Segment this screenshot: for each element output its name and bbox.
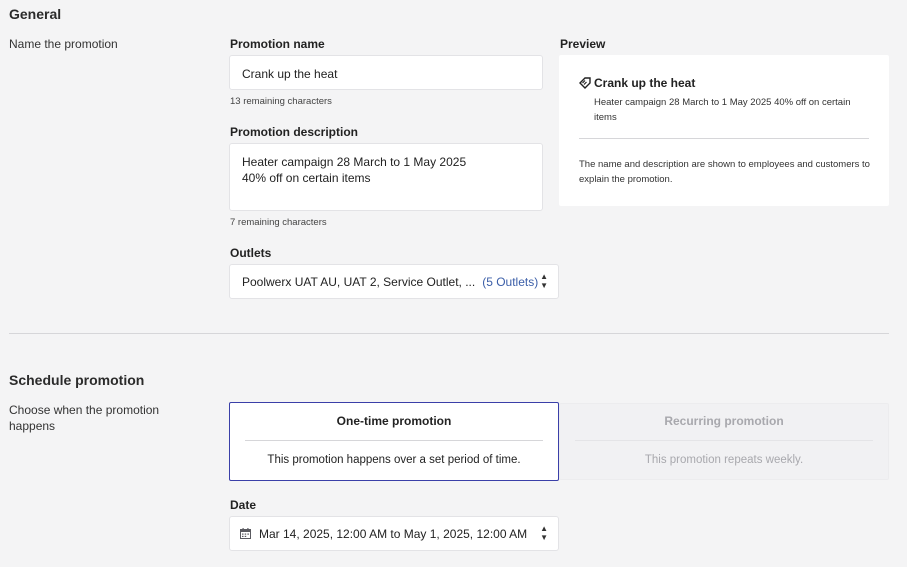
preview-divider xyxy=(579,138,869,139)
date-stepper-icon: ▲ ▼ xyxy=(540,524,548,542)
section-divider xyxy=(9,333,889,334)
preview-description: Heater campaign 28 March to 1 May 2025 4… xyxy=(594,97,851,123)
outlets-select[interactable]: Poolwerx UAT AU, UAT 2, Service Outlet, … xyxy=(229,264,559,299)
general-section-title: General xyxy=(9,6,62,22)
general-side-label: Name the promotion xyxy=(9,37,118,51)
promotion-description-line2: 40% off on certain items xyxy=(242,171,371,185)
recurring-promotion-option[interactable]: Recurring promotion This promotion repea… xyxy=(559,403,889,480)
calendar-icon xyxy=(240,528,251,539)
promotion-name-input[interactable]: Crank up the heat xyxy=(229,55,543,90)
one-time-promotion-desc: This promotion happens over a set period… xyxy=(267,454,521,466)
preview-card: Crank up the heat Heater campaign 28 Mar… xyxy=(559,55,889,206)
promotion-description-label: Promotion description xyxy=(230,125,359,139)
promotion-name-value: Crank up the heat xyxy=(242,67,338,81)
promotion-description-textarea[interactable]: Heater campaign 28 March to 1 May 2025 4… xyxy=(229,143,543,211)
outlets-count: (5 Outlets) xyxy=(482,274,539,289)
preview-note: The name and description are shown to em… xyxy=(579,159,870,185)
promotion-description-hint: 7 remaining characters xyxy=(230,217,327,228)
one-time-promotion-title: One-time promotion xyxy=(336,414,452,428)
one-time-divider xyxy=(245,440,543,441)
promotion-name-label: Promotion name xyxy=(230,37,325,51)
schedule-side-label: Choose when the promotion happens xyxy=(9,403,160,433)
preview-title: Crank up the heat xyxy=(594,76,696,90)
outlets-value: Poolwerx UAT AU, UAT 2, Service Outlet, … xyxy=(242,274,476,289)
schedule-section-title: Schedule promotion xyxy=(9,372,145,388)
promotion-description-line1: Heater campaign 28 March to 1 May 2025 xyxy=(242,155,467,169)
outlets-label: Outlets xyxy=(230,246,272,260)
date-label: Date xyxy=(230,498,257,512)
promotion-name-hint: 13 remaining characters xyxy=(230,96,332,107)
tag-icon xyxy=(579,77,591,89)
date-range-value: Mar 14, 2025, 12:00 AM to May 1, 2025, 1… xyxy=(259,526,528,541)
up-down-stepper-icon: ▲ ▼ xyxy=(540,272,548,290)
recurring-divider xyxy=(575,440,873,441)
recurring-promotion-desc: This promotion repeats weekly. xyxy=(644,454,804,466)
preview-label: Preview xyxy=(560,37,606,51)
recurring-promotion-title: Recurring promotion xyxy=(664,414,784,428)
date-range-picker[interactable]: Mar 14, 2025, 12:00 AM to May 1, 2025, 1… xyxy=(229,516,559,551)
one-time-promotion-option[interactable]: One-time promotion This promotion happen… xyxy=(229,402,559,481)
